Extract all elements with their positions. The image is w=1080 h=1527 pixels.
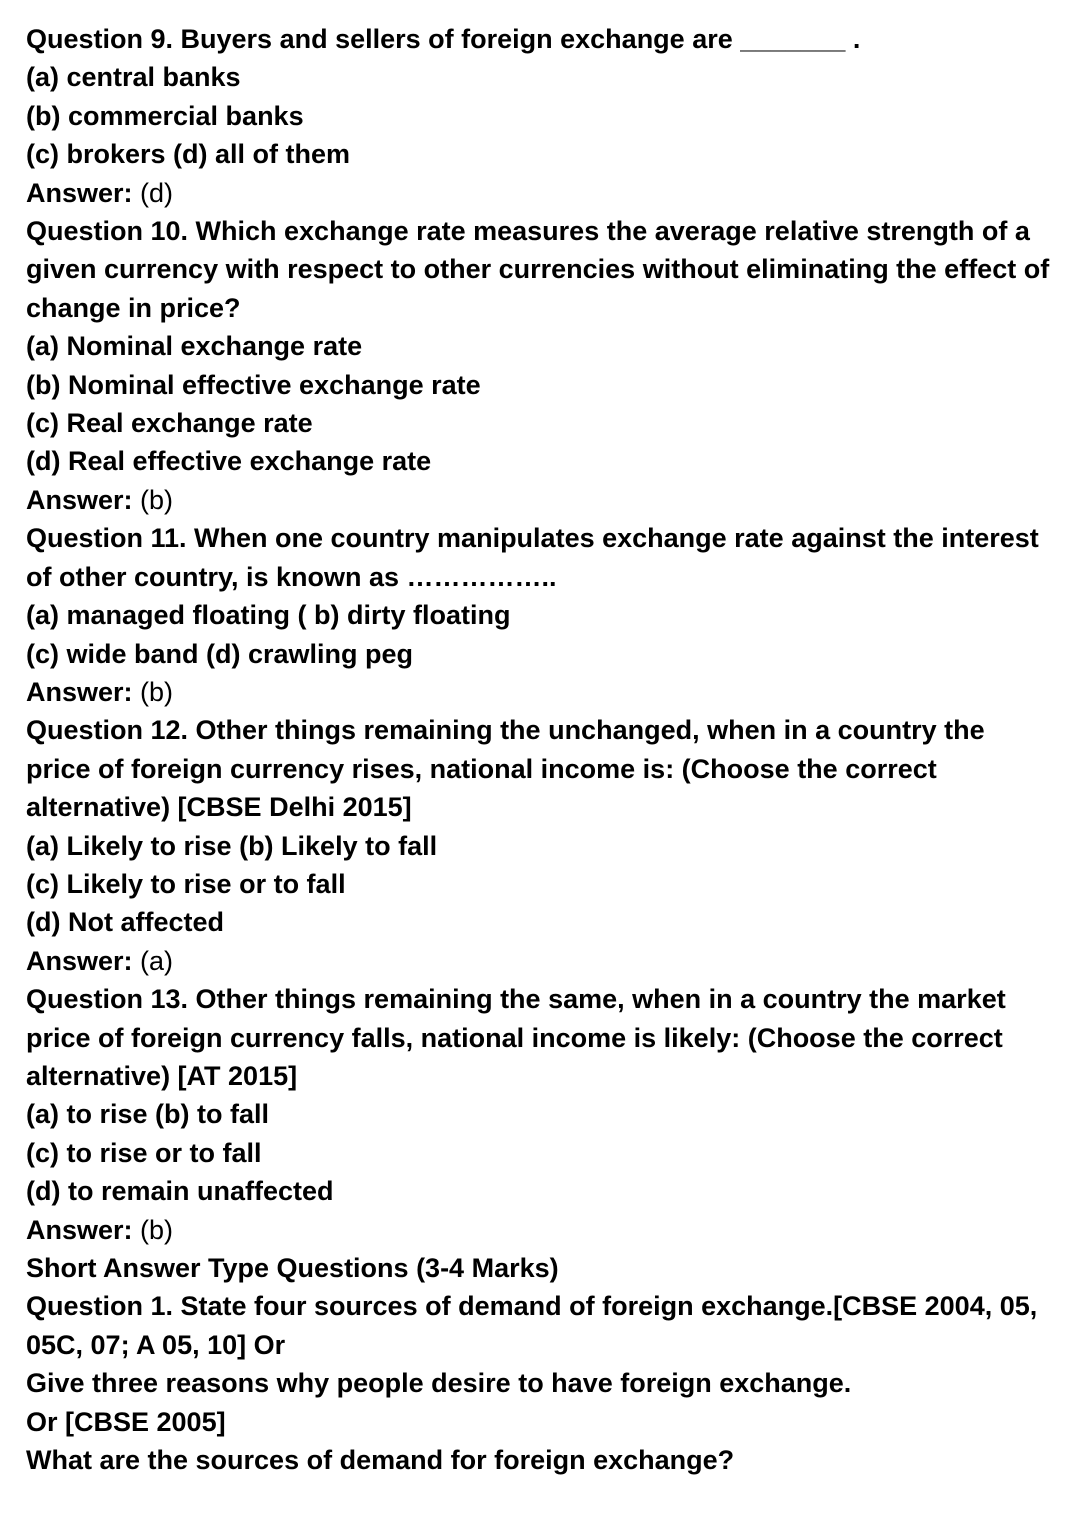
question-9-text: Question 9. Buyers and sellers of foreig… [26, 24, 861, 54]
answer-label: Answer: [26, 945, 133, 976]
short-answer-question-1-text: Question 1. State four sources of demand… [26, 1291, 1038, 1360]
question-12-option-d: (d) Not affected [26, 907, 224, 938]
question-13-option-a-b: (a) to rise (b) to fall [26, 1099, 269, 1130]
answer-value: (b) [132, 484, 174, 515]
answer-value: (d) [132, 177, 174, 208]
question-10-option-a: (a) Nominal exchange rate [26, 331, 363, 362]
document-page: Question 9. Buyers and sellers of foreig… [0, 0, 1080, 1479]
short-answer-question-1-or: Or [CBSE 2005] [26, 1406, 226, 1437]
question-12-answer: Answer: (a) [26, 942, 1056, 980]
question-11-answer: Answer: (b) [26, 673, 1056, 711]
question-11-option-a-b: (a) managed floating ( b) dirty floating [26, 600, 511, 631]
question-10-text: Question 10. Which exchange rate measure… [26, 216, 1050, 323]
answer-value: (a) [132, 945, 174, 976]
question-12-option-c: (c) Likely to rise or to fall [26, 868, 346, 899]
question-13-answer: Answer: (b) [26, 1211, 1056, 1249]
question-11-option-c-d: (c) wide band (d) crawling peg [26, 638, 414, 669]
question-10-option-c: (c) Real exchange rate [26, 408, 313, 439]
question-9-option-b: (b) commercial banks [26, 100, 304, 131]
answer-label: Answer: [26, 1214, 133, 1245]
short-answer-question-1-alt-1: Give three reasons why people desire to … [26, 1368, 852, 1399]
question-9-option-a: (a) central banks [26, 62, 241, 93]
question-9-option-c-d: (c) brokers (d) all of them [26, 139, 351, 170]
question-13-option-d: (d) to remain unaffected [26, 1176, 334, 1207]
question-12-text: Question 12. Other things remaining the … [26, 715, 985, 823]
question-9-answer: Answer: (d) [26, 174, 1056, 212]
question-12-option-a-b: (a) Likely to rise (b) Likely to fall [26, 830, 438, 861]
answer-label: Answer: [26, 177, 133, 208]
question-13-option-c: (c) to rise or to fall [26, 1137, 262, 1168]
question-10-option-d: (d) Real effective exchange rate [26, 446, 432, 477]
answer-value: (b) [132, 676, 174, 707]
answer-value: (b) [132, 1214, 174, 1245]
section-heading: Short Answer Type Questions (3-4 Marks) [26, 1253, 559, 1283]
answer-label: Answer: [26, 484, 133, 515]
question-10-option-b: (b) Nominal effective exchange rate [26, 369, 481, 400]
question-11-text: Question 11. When one country manipulate… [26, 523, 1039, 592]
question-13-text: Question 13. Other things remaining the … [26, 984, 1006, 1091]
short-answer-question-1-alt-2: What are the sources of demand for forei… [26, 1445, 735, 1476]
question-10-answer: Answer: (b) [26, 481, 1056, 519]
answer-label: Answer: [26, 676, 133, 707]
